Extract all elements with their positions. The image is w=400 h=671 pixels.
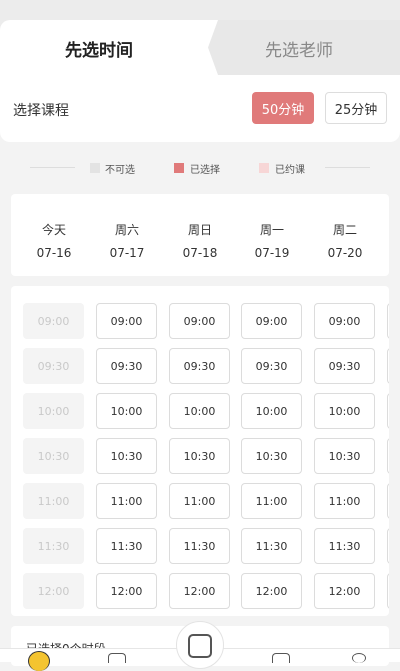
course-selector: 选择课程 50分钟 25分钟 [0, 75, 400, 142]
legend-booked-swatch [259, 163, 269, 173]
date-column[interactable]: 今天 07-16 [24, 221, 84, 260]
legend-divider-right [325, 167, 370, 168]
time-slot-unavailable: 09:30 [23, 348, 84, 384]
time-slot[interactable]: 11:30 [387, 528, 389, 564]
legend-unavailable-label: 不可选 [105, 165, 135, 176]
time-slot[interactable]: 11:30 [241, 528, 302, 564]
time-slot-unavailable: 12:00 [23, 573, 84, 609]
time-slot[interactable]: 11:00 [314, 483, 375, 519]
time-slot[interactable]: 09:00 [169, 303, 230, 339]
time-slot[interactable]: 12:00 [241, 573, 302, 609]
tab-bar: 先选时间 先选老师 [0, 0, 400, 75]
legend-divider-left [30, 167, 75, 168]
time-slot[interactable]: 09:30 [314, 348, 375, 384]
date-selector: 今天 07-16 周六 07-17 周日 07-18 周一 07-19 周二 0… [11, 194, 389, 276]
time-slot[interactable]: 10:00 [314, 393, 375, 429]
time-slot[interactable]: 09:00 [387, 303, 389, 339]
time-slot[interactable]: 10:00 [169, 393, 230, 429]
time-slot[interactable]: 09:30 [169, 348, 230, 384]
time-slot[interactable]: 09:30 [241, 348, 302, 384]
time-slot-unavailable: 10:00 [23, 393, 84, 429]
time-slot[interactable]: 12:00 [314, 573, 375, 609]
time-slot[interactable]: 10:00 [241, 393, 302, 429]
date-day: 周六 [114, 223, 139, 237]
tab-select-time-label[interactable]: 先选时间 [65, 36, 133, 61]
legend-booked-label: 已约课 [275, 165, 305, 176]
time-slot[interactable]: 10:30 [314, 438, 375, 474]
time-slot[interactable]: 09:00 [96, 303, 157, 339]
date-value: 07-20 [327, 246, 363, 260]
home-icon[interactable] [28, 651, 50, 671]
piano-button[interactable] [176, 621, 224, 669]
time-slot[interactable]: 11:00 [96, 483, 157, 519]
schedule-icon[interactable] [108, 653, 126, 663]
time-slot[interactable]: 12:00 [387, 573, 389, 609]
time-slot[interactable]: 11:00 [241, 483, 302, 519]
piano-icon [188, 634, 212, 658]
time-slot[interactable]: 11:30 [96, 528, 157, 564]
legend-selected-swatch [174, 163, 184, 173]
time-slot[interactable]: 11:00 [169, 483, 230, 519]
time-slot[interactable]: 12:00 [96, 573, 157, 609]
time-slot[interactable]: 11:30 [314, 528, 375, 564]
date-value: 07-17 [109, 246, 145, 260]
time-slot-grid: 09:00 09:00 09:00 09:00 09:00 09:00 09:30 09:30… [11, 286, 389, 616]
time-slot[interactable]: 09:30 [387, 348, 389, 384]
duration-50-button[interactable]: 50分钟 [252, 92, 314, 124]
date-value: 07-19 [254, 246, 290, 260]
time-slot[interactable]: 10:00 [387, 393, 389, 429]
time-slot-unavailable: 09:00 [23, 303, 84, 339]
date-column[interactable]: 周日 07-18 [170, 221, 230, 260]
time-slot[interactable]: 11:00 [387, 483, 389, 519]
time-slot-unavailable: 11:30 [23, 528, 84, 564]
time-slot[interactable]: 12:00 [169, 573, 230, 609]
time-slot[interactable]: 11:30 [169, 528, 230, 564]
duration-25-button[interactable]: 25分钟 [325, 92, 387, 124]
profile-icon[interactable] [352, 653, 366, 663]
date-column[interactable]: 周六 07-17 [97, 221, 157, 260]
date-value: 07-16 [36, 246, 72, 260]
legend-selected-label: 已选择 [190, 165, 220, 176]
date-column[interactable]: 周二 07-20 [315, 221, 375, 260]
date-day: 今天 [41, 223, 66, 237]
time-slot[interactable]: 10:30 [96, 438, 157, 474]
time-slot-unavailable: 11:00 [23, 483, 84, 519]
date-day: 周一 [259, 223, 284, 237]
time-slot[interactable]: 10:00 [96, 393, 157, 429]
book-icon[interactable] [272, 653, 290, 663]
date-day: 周二 [332, 223, 357, 237]
legend: 不可选 已选择 已约课 [0, 160, 400, 176]
time-slot[interactable]: 10:30 [169, 438, 230, 474]
date-day: 周日 [187, 223, 212, 237]
date-value: 07-18 [182, 246, 218, 260]
legend-unavailable-swatch [90, 163, 100, 173]
date-column[interactable]: 周一 07-19 [242, 221, 302, 260]
time-slot[interactable]: 10:30 [241, 438, 302, 474]
time-slot[interactable]: 09:30 [96, 348, 157, 384]
tab-select-teacher-label[interactable]: 先选老师 [265, 36, 333, 61]
time-slot[interactable]: 09:00 [241, 303, 302, 339]
time-slot-unavailable: 10:30 [23, 438, 84, 474]
time-slot[interactable]: 10:30 [387, 438, 389, 474]
course-label: 选择课程 [13, 103, 69, 119]
time-slot[interactable]: 09:00 [314, 303, 375, 339]
